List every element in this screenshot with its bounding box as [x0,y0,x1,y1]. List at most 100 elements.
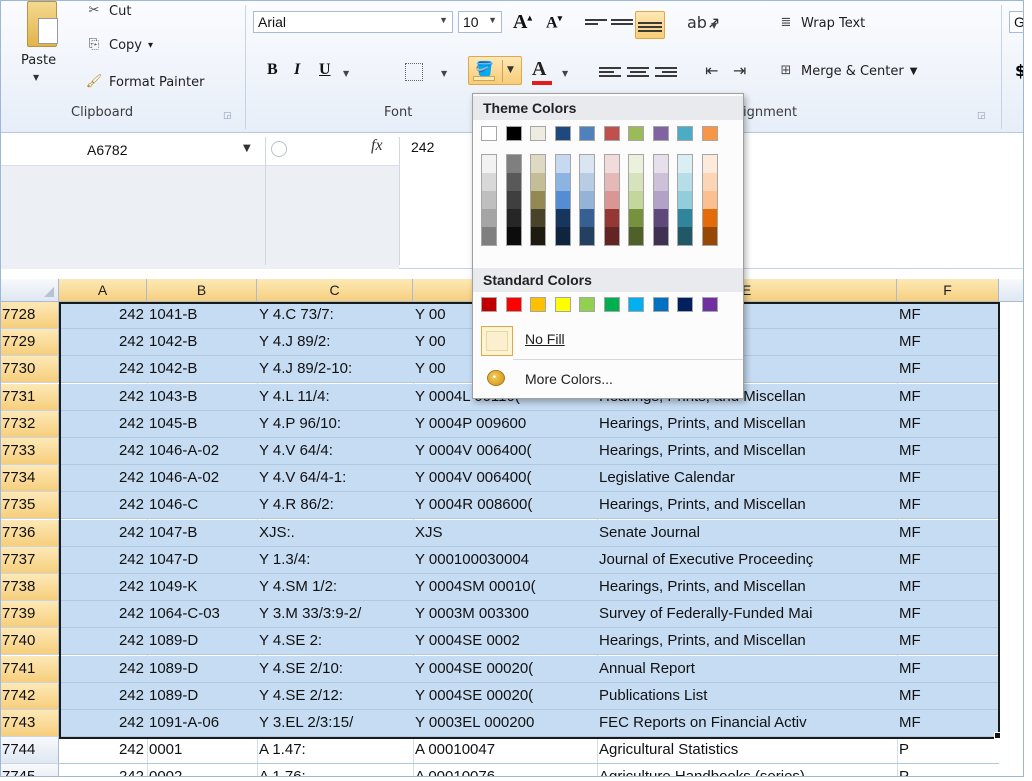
cell-a[interactable]: 242 [59,492,147,519]
increase-indent-icon[interactable]: ⇥ [733,61,746,80]
color-swatch[interactable] [629,227,643,245]
color-swatch[interactable] [603,126,620,141]
color-swatch[interactable] [629,155,643,173]
color-swatch[interactable] [531,155,545,173]
color-swatch[interactable] [482,191,496,209]
cell-f[interactable]: MF [897,411,999,438]
cell-b[interactable]: 1089-D [147,628,257,655]
cell-f[interactable]: MF [897,683,999,710]
format-painter-button[interactable]: 🖌 Format Painter [85,74,205,90]
color-swatch[interactable] [554,297,571,312]
color-swatch[interactable] [481,126,497,141]
cell-d[interactable]: Y 0004V 006400( [413,438,597,465]
chevron-down-icon[interactable]: ▼ [711,21,717,30]
cell-d[interactable]: Y 0003EL 000200 [413,710,597,737]
cell-e[interactable]: Agricultural Statistics [597,737,897,764]
grow-font-icon[interactable]: A▴ [513,11,532,34]
color-swatch[interactable] [530,126,546,141]
cell-c[interactable]: A 1.47: [257,737,413,764]
cell-c[interactable]: Y 3.EL 2/3:15/ [257,710,413,737]
cell-c[interactable]: Y 4.J 89/2-10: [257,356,413,383]
color-swatch[interactable] [555,227,570,245]
cell-f[interactable]: MF [897,656,999,683]
color-swatch[interactable] [555,173,570,191]
row-header[interactable]: 7745 [1,764,59,776]
color-swatch[interactable] [580,209,594,227]
color-swatch[interactable] [702,227,717,245]
align-left-icon[interactable] [599,65,621,83]
cell-b[interactable]: 1046-A-02 [147,465,257,492]
cell-a[interactable]: 242 [59,520,147,547]
color-swatch[interactable] [580,191,594,209]
cell-f[interactable]: P [897,737,999,764]
row-header[interactable]: 7731 [1,383,59,411]
color-swatch[interactable] [506,191,521,209]
cell-c[interactable]: Y 4.SE 2: [257,628,413,655]
color-swatch[interactable] [604,209,619,227]
column-header-g[interactable] [999,279,1023,302]
row-header[interactable]: 7743 [1,710,59,737]
column-header-a[interactable]: A [59,279,147,302]
cell-a[interactable]: 242 [59,574,147,601]
cell-c[interactable]: Y 1.3/4: [257,547,413,574]
cell-b[interactable]: 1064-C-03 [147,601,257,628]
cell-f[interactable]: MF [897,302,999,329]
cell-c[interactable]: XJS:. [257,520,413,547]
cell-d[interactable]: A 00010047 [413,737,597,764]
column-header-f[interactable]: F [897,279,999,302]
cell-a[interactable]: 242 [59,356,147,383]
cell-f[interactable]: MF [897,492,999,519]
cell-c[interactable]: Y 4.V 64/4-1: [257,465,413,492]
cell-b[interactable]: 1047-D [147,547,257,574]
color-swatch[interactable] [701,126,718,141]
cell-c[interactable]: Y 3.M 33/3:9-2/ [257,601,413,628]
chevron-down-icon[interactable]: ▼ [562,69,568,78]
color-swatch[interactable] [604,173,619,191]
cell-d[interactable]: Y 0004SE 00020( [413,656,597,683]
cell-e[interactable]: Survey of Federally-Funded Mai [597,601,897,628]
cell-c[interactable]: Y 4.P 96/10: [257,411,413,438]
chevron-down-icon[interactable]: ▼ [243,143,251,154]
cell-a[interactable]: 242 [59,302,147,329]
formula-input[interactable]: 242 [411,139,434,155]
align-center-icon[interactable] [627,65,649,83]
cell-b[interactable]: 0002 [147,764,257,776]
color-swatch[interactable] [506,209,521,227]
cell-e[interactable]: Legislative Calendar [597,465,897,492]
color-swatch[interactable] [530,297,546,312]
color-swatch[interactable] [677,126,693,141]
cell-f[interactable]: MF [897,520,999,547]
cell-d[interactable]: Y 0003M 003300 [413,601,597,628]
row-header[interactable]: 7738 [1,574,59,601]
cell-e[interactable]: Journal of Executive Proceedinç [597,547,897,574]
cell-f[interactable]: MF [897,601,999,628]
color-swatch[interactable] [653,173,668,191]
color-swatch[interactable] [702,155,717,173]
row-header[interactable]: 7741 [1,655,59,683]
cell-a[interactable]: 242 [59,411,147,438]
cell-e[interactable]: Senate Journal [597,520,897,547]
cell-b[interactable]: 1043-B [147,384,257,411]
row-header[interactable]: 7730 [1,356,59,384]
shrink-font-icon[interactable]: A▾ [546,13,562,32]
cell-f[interactable]: MF [897,329,999,356]
color-swatch[interactable] [678,191,692,209]
cell-e[interactable]: Annual Report [597,656,897,683]
paste-button[interactable]: Paste ▼ [13,1,63,99]
cell-f[interactable]: MF [897,710,999,737]
cell-c[interactable]: Y 4.SM 1/2: [257,574,413,601]
cell-c[interactable]: Y 4.C 73/7: [257,302,413,329]
color-swatch[interactable] [653,191,668,209]
column-header-c[interactable]: C [257,279,413,302]
color-swatch[interactable] [652,126,669,141]
cell-b[interactable]: 1047-B [147,520,257,547]
decrease-indent-icon[interactable]: ⇤ [705,61,718,80]
cell-b[interactable]: 1046-C [147,492,257,519]
function-icon[interactable]: fx [371,137,383,155]
bold-button[interactable]: B [267,61,278,79]
align-bottom-icon[interactable] [635,11,665,39]
color-swatch[interactable] [481,297,497,312]
cut-button[interactable]: ✂ Cut [85,3,132,19]
color-swatch[interactable] [629,209,643,227]
cell-d[interactable]: Y 000100030004 [413,547,597,574]
